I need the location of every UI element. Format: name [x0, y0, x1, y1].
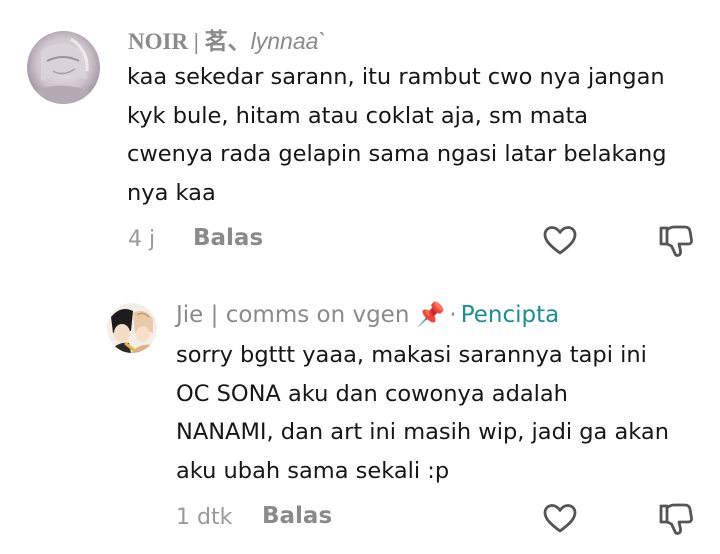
avatar[interactable]	[107, 303, 157, 353]
comment-text: sorry bgttt yaaa, makasi sarannya tapi i…	[176, 342, 669, 484]
reply-item: Jie | comms on vgen 📌 · Pencipta sorry bgt…	[0, 286, 720, 554]
comment-text: kaa sekedar sarann, itu rambut cwo nya j…	[127, 64, 667, 206]
comment-item: NOIR | 茗、lynnaa` kaa sekedar sarann, itu…	[0, 0, 720, 275]
comment-thread: NOIR | 茗、lynnaa` kaa sekedar sarann, itu…	[0, 0, 720, 554]
comment-timestamp: 4 j	[128, 227, 156, 252]
creator-badge: Pencipta	[460, 302, 560, 328]
comment-timestamp: 1 dtk	[176, 505, 233, 530]
dislike-button[interactable]	[656, 500, 694, 538]
heart-icon	[543, 504, 577, 533]
author-name: NOIR | 茗、	[128, 29, 251, 54]
thumbs-down-icon	[659, 225, 693, 257]
pin-icon: 📌	[416, 302, 446, 328]
like-button[interactable]	[541, 222, 579, 260]
author-name: Jie | comms on vgen	[176, 302, 410, 328]
avatar-image	[27, 31, 100, 104]
comment-author[interactable]: NOIR | 茗、lynnaa`	[128, 22, 326, 56]
like-button[interactable]	[541, 500, 579, 538]
dislike-button[interactable]	[656, 222, 694, 260]
heart-icon	[543, 226, 577, 255]
separator-dot: ·	[449, 302, 457, 328]
reply-button[interactable]: Balas	[262, 503, 332, 529]
avatar[interactable]	[27, 31, 100, 104]
avatar-image	[107, 303, 157, 353]
reply-button[interactable]: Balas	[193, 225, 263, 251]
author-handle: lynnaa`	[250, 28, 327, 54]
comment-author[interactable]: Jie | comms on vgen 📌 · Pencipta	[176, 301, 559, 328]
thumbs-down-icon	[659, 503, 693, 535]
